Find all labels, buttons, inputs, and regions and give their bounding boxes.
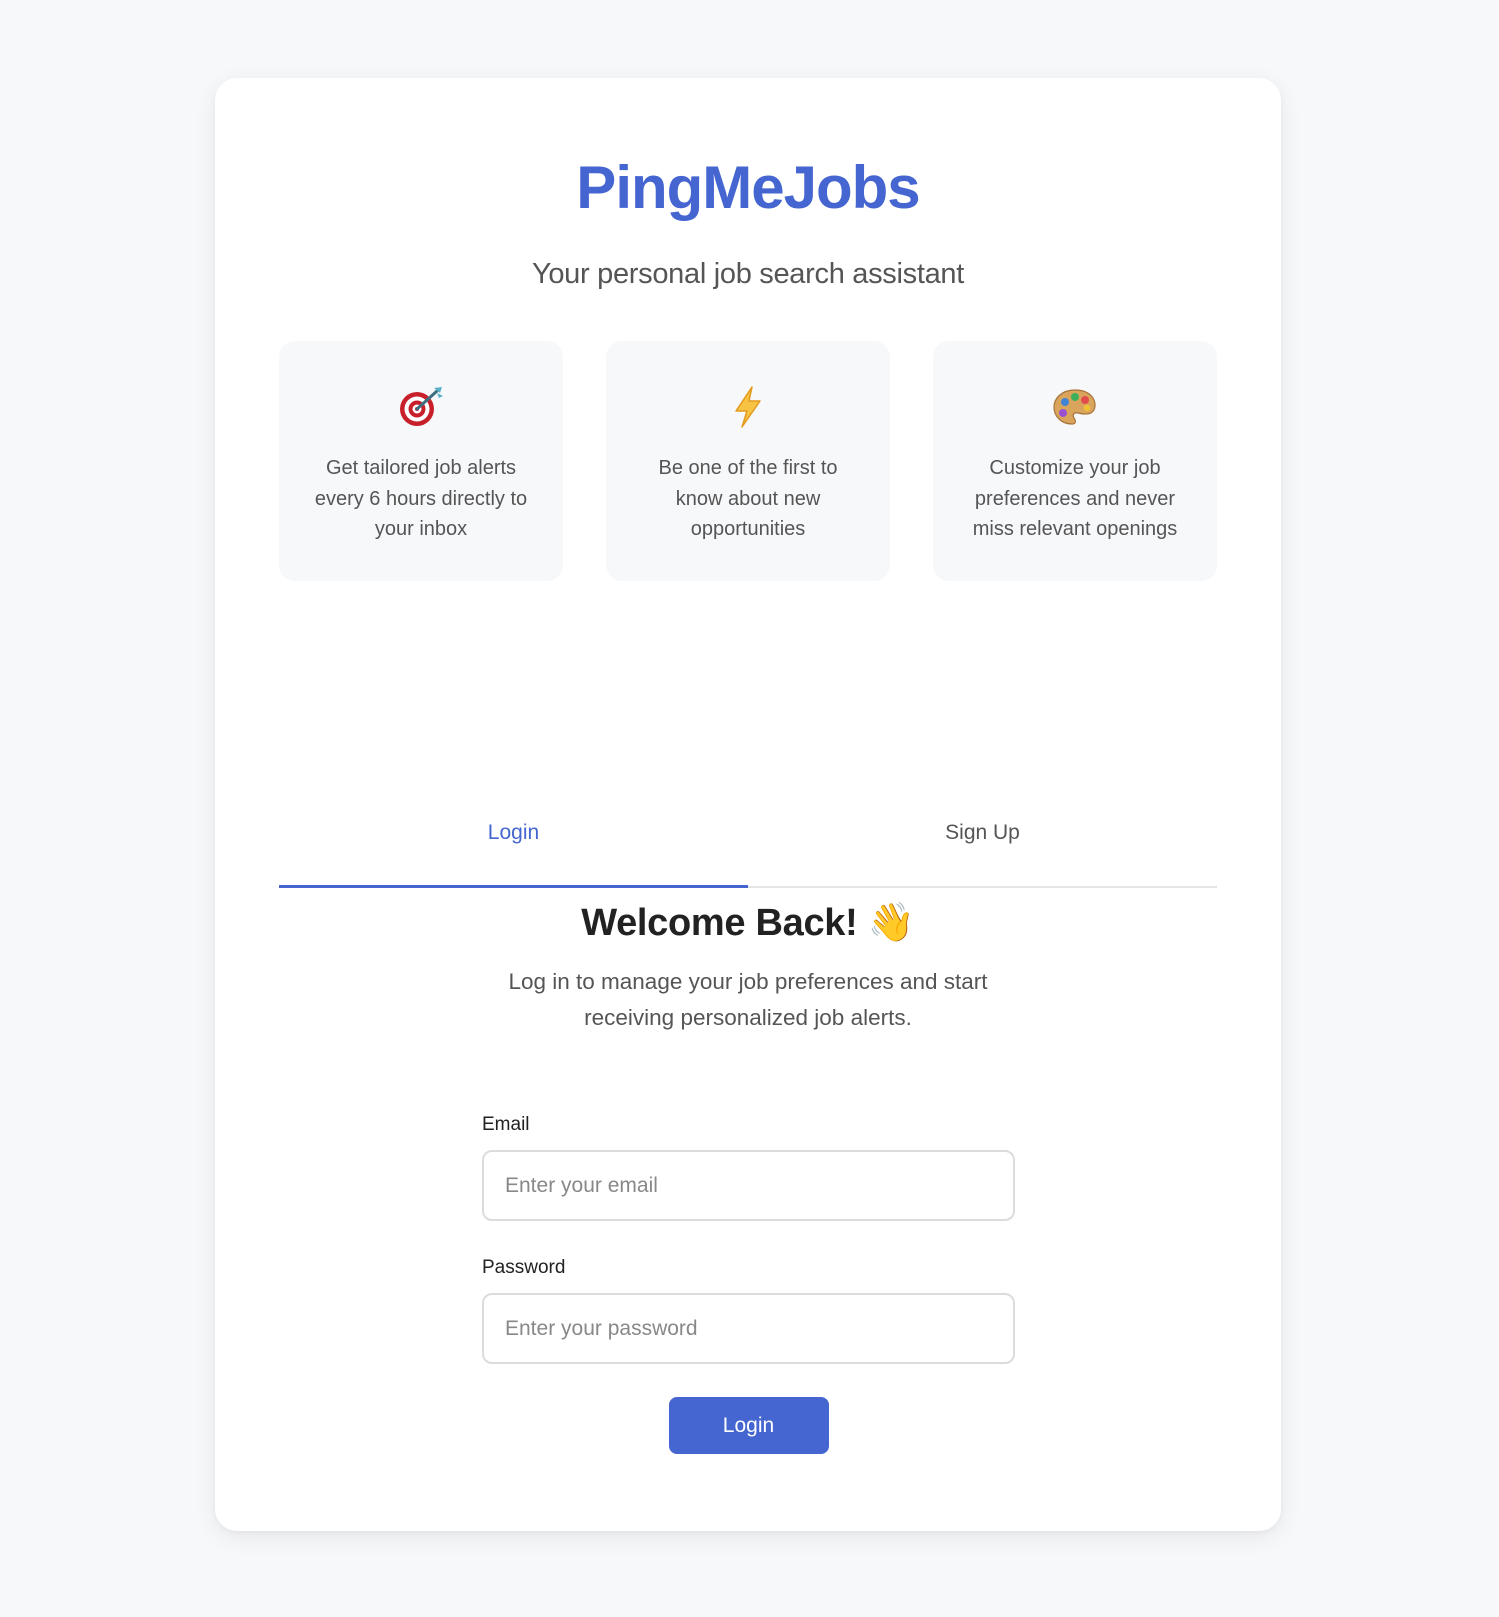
target-icon [400, 387, 443, 426]
feature-text: Customize your job preferences and never… [972, 457, 1178, 540]
welcome-title: Welcome Back! 👋 [581, 902, 915, 944]
feature-card-alerts: Get tailored job alerts every 6 hours di… [279, 341, 563, 581]
lightning-icon [735, 386, 761, 428]
welcome-subtitle: Log in to manage your job preferences an… [508, 969, 988, 1030]
email-label: Email [482, 1114, 530, 1135]
auth-card: PingMeJobs Your personal job search assi… [215, 78, 1281, 1531]
feature-text: Be one of the first to know about new op… [658, 457, 838, 540]
features-row: Get tailored job alerts every 6 hours di… [279, 341, 1217, 581]
feature-card-customize: Customize your job preferences and never… [933, 341, 1217, 581]
login-button[interactable]: Login [668, 1397, 829, 1454]
tab-login[interactable]: Login [279, 794, 748, 888]
feature-text: Get tailored job alerts every 6 hours di… [314, 457, 528, 540]
tab-signup[interactable]: Sign Up [748, 794, 1217, 886]
brand-title: PingMeJobs [576, 154, 920, 221]
email-field[interactable] [482, 1150, 1015, 1221]
palette-icon [1053, 389, 1096, 425]
login-form: Email Password Login [482, 1113, 1015, 1454]
password-field[interactable] [482, 1293, 1015, 1364]
password-label: Password [482, 1257, 566, 1278]
feature-card-first: Be one of the first to know about new op… [606, 341, 890, 581]
auth-tabs: Login Sign Up [279, 794, 1217, 888]
brand-tagline: Your personal job search assistant [531, 258, 965, 290]
